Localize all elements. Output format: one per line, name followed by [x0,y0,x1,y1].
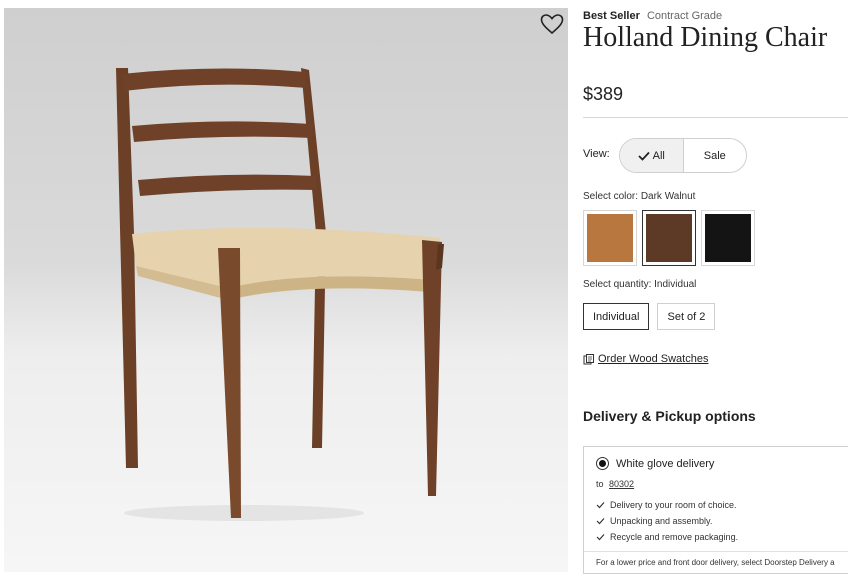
color-label: Select color: Dark Walnut [583,191,695,202]
list-item: Delivery to your room of choice. [596,497,738,513]
swatch-fill [587,214,633,262]
radio-selected-icon [596,457,609,470]
heart-outline-icon [540,14,564,35]
zip-prefix: to [596,479,604,489]
order-swatches-label: Order Wood Swatches [598,353,709,365]
color-label-text: Select color: [583,191,639,202]
quantity-set-of-2-button[interactable]: Set of 2 [657,303,716,330]
selected-color-value: Dark Walnut [640,191,696,202]
view-option-label: Sale [703,149,726,162]
product-price: $389 [583,84,624,104]
wood-swatch-icon [583,353,594,364]
delivery-option-card: White glove delivery to 80302 Delivery t… [583,446,848,574]
product-tags: Best Seller Contract Grade [583,10,722,22]
feature-text: Delivery to your room of choice. [610,500,737,510]
quantity-individual-button[interactable]: Individual [583,303,650,330]
swatch-fill [705,214,751,262]
feature-text: Unpacking and assembly. [610,516,713,526]
check-icon [637,151,650,161]
chair-image [116,68,444,521]
product-image [4,8,568,572]
product-title: Holland Dining Chair [583,22,828,53]
delivery-footnote: For a lower price and front door deliver… [596,558,835,567]
swatch-fill [646,214,692,262]
color-swatch-black[interactable] [701,210,755,266]
quantity-label-text: Select quantity: [583,279,652,290]
view-label: View: [583,148,610,160]
favorite-button[interactable] [539,12,565,36]
check-icon [596,518,605,525]
list-item: Unpacking and assembly. [596,513,738,529]
view-toggle: All Sale [619,138,747,173]
color-swatch-light[interactable] [583,210,637,266]
delivery-heading: Delivery & Pickup options [583,408,756,424]
selected-quantity-value: Individual [654,279,697,290]
check-icon [596,502,605,509]
check-icon [596,534,605,541]
delivery-option-label: White glove delivery [616,457,715,470]
divider [583,117,848,118]
grade-label: Contract Grade [646,10,723,22]
view-option-sale[interactable]: Sale [684,139,747,172]
best-seller-badge: Best Seller [583,10,640,22]
zip-code-link[interactable]: 80302 [609,479,634,489]
view-option-all[interactable]: All [620,139,684,172]
delivery-features: Delivery to your room of choice. Unpacki… [596,497,738,545]
quantity-options: Individual Set of 2 [583,303,716,330]
zip-row: to 80302 [596,479,634,489]
list-item: Recycle and remove packaging. [596,529,738,545]
color-swatches [583,210,755,266]
quantity-label: Select quantity: Individual [583,279,696,290]
order-swatches-link[interactable]: Order Wood Swatches [583,353,708,365]
view-option-label: All [652,149,665,162]
product-info-panel: Best Seller Contract Grade Holland Dinin… [583,0,848,576]
feature-text: Recycle and remove packaging. [610,532,739,542]
divider [584,551,848,552]
color-swatch-dark-walnut[interactable] [642,210,696,266]
white-glove-radio[interactable]: White glove delivery [596,457,714,470]
